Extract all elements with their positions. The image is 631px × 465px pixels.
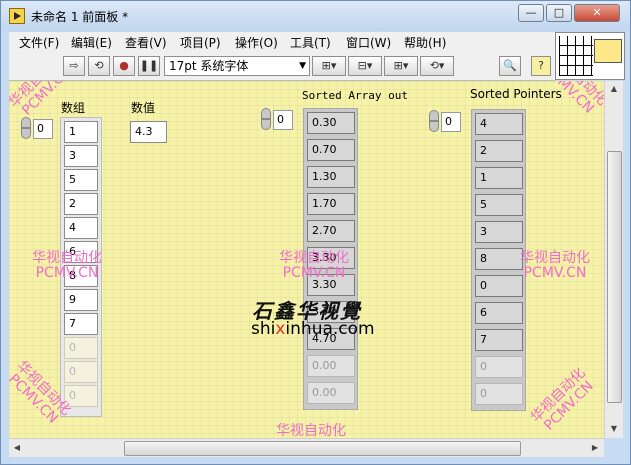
- sorted-pointer-element: 7: [475, 329, 523, 351]
- sorted-pointers-indicator: 4 2 1 5 3 8 0 6 7 0 0: [471, 109, 526, 411]
- array-element[interactable]: 1: [64, 121, 98, 143]
- sorted-pointer-element: 4: [475, 113, 523, 135]
- close-button[interactable]: ✕: [574, 4, 620, 22]
- array-element[interactable]: 4: [64, 217, 98, 239]
- maximize-button[interactable]: □: [546, 4, 572, 22]
- labview-app-icon[interactable]: [9, 8, 25, 24]
- sorted-pointer-element: 6: [475, 302, 523, 324]
- sorted-pointer-element: 2: [475, 140, 523, 162]
- sorted-array-element: 1.30: [307, 166, 355, 188]
- numeric-control[interactable]: 4.3: [130, 121, 167, 143]
- decrement-arrow-icon[interactable]: [21, 128, 31, 139]
- vertical-scrollbar[interactable]: ▲ ▼: [604, 81, 623, 438]
- toolbar: ⇨ ⟲ ● ❚❚ 17pt 系统字体 ▼ ⊞▾ ⊟▾ ⊞▾ ⟲▾ 🔍 ?: [9, 52, 555, 81]
- sorted-array-element: 0.70: [307, 139, 355, 161]
- sorted-array-element: 0.30: [307, 112, 355, 134]
- reorder-button[interactable]: ⟲▾: [420, 56, 454, 76]
- menu-file[interactable]: 文件(F): [19, 34, 59, 51]
- font-setting-value: 17pt 系统字体: [169, 59, 249, 73]
- sorted-array-element-empty: 0.00: [307, 355, 355, 377]
- array-element[interactable]: 3: [64, 145, 98, 167]
- watermark-pcmv: 华视自动化PCMV.CN: [279, 250, 349, 281]
- scroll-down-arrow-icon[interactable]: ▼: [605, 421, 623, 437]
- watermark-pcmv: 华视自动化PCMV.CN: [276, 423, 346, 439]
- menu-window[interactable]: 窗口(W): [346, 34, 391, 51]
- increment-arrow-icon[interactable]: [261, 108, 271, 119]
- sorted-array-element-empty: 0.00: [307, 382, 355, 404]
- resize-objects-button[interactable]: ⊞▾: [384, 56, 418, 76]
- sorted-pointer-element: 8: [475, 248, 523, 270]
- align-objects-button[interactable]: ⊞▾: [312, 56, 346, 76]
- decrement-arrow-icon[interactable]: [261, 119, 271, 130]
- increment-arrow-icon[interactable]: [429, 110, 439, 121]
- array-element[interactable]: 9: [64, 289, 98, 311]
- minimize-button[interactable]: —: [518, 4, 544, 22]
- connector-pane-icon: [559, 36, 593, 76]
- sorted-pointers-index-input[interactable]: 0: [441, 112, 461, 132]
- array-element[interactable]: 7: [64, 313, 98, 335]
- scroll-left-arrow-icon[interactable]: ◀: [9, 439, 25, 457]
- vi-icon-pane[interactable]: [555, 32, 625, 80]
- array-element-empty[interactable]: 0: [64, 361, 98, 383]
- sorted-pointer-element-empty: 0: [475, 383, 523, 405]
- sorted-pointer-element: 3: [475, 221, 523, 243]
- search-button[interactable]: 🔍: [499, 56, 521, 76]
- front-panel-canvas[interactable]: 数组 0 1 3 5 2 4 6 8 9 7 0 0 0 数值 4.3 Sort…: [9, 81, 604, 438]
- title-bar[interactable]: 未命名 1 前面板 * — □ ✕: [1, 1, 630, 31]
- sorted-array-index-spinner[interactable]: [261, 108, 271, 130]
- array-label: 数组: [61, 101, 86, 115]
- menu-edit[interactable]: 编辑(E): [71, 34, 112, 51]
- menu-operate[interactable]: 操作(O): [235, 34, 278, 51]
- decrement-arrow-icon[interactable]: [429, 121, 439, 132]
- watermark-pcmv: 华视自动化PCMV.CN: [520, 250, 590, 281]
- context-help-button[interactable]: ?: [531, 56, 551, 76]
- array-index-input[interactable]: 0: [33, 119, 53, 139]
- menu-help[interactable]: 帮助(H): [404, 34, 446, 51]
- horizontal-scrollbar[interactable]: ◀ ▶: [9, 438, 604, 457]
- chevron-down-icon: ▼: [299, 61, 306, 71]
- run-continuously-button[interactable]: ⟲: [88, 56, 110, 76]
- scroll-up-arrow-icon[interactable]: ▲: [605, 81, 623, 97]
- sorted-pointers-index-spinner[interactable]: [429, 110, 439, 132]
- vi-icon: [594, 39, 622, 63]
- vertical-scroll-thumb[interactable]: [607, 151, 622, 403]
- menu-tools[interactable]: 工具(T): [290, 34, 331, 51]
- array-element[interactable]: 5: [64, 169, 98, 191]
- horizontal-scroll-thumb[interactable]: [124, 441, 521, 456]
- numeric-label: 数值: [131, 101, 156, 115]
- distribute-objects-button[interactable]: ⊟▾: [348, 56, 382, 76]
- sorted-pointer-element-empty: 0: [475, 356, 523, 378]
- sorted-array-element: 1.70: [307, 193, 355, 215]
- text-settings-dropdown[interactable]: 17pt 系统字体 ▼: [164, 56, 310, 76]
- logo-domain: shixinhua.com: [251, 319, 375, 339]
- array-element-empty[interactable]: 0: [64, 337, 98, 359]
- scroll-right-arrow-icon[interactable]: ▶: [587, 439, 603, 457]
- menu-project[interactable]: 项目(P): [180, 34, 221, 51]
- sorted-pointer-element: 1: [475, 167, 523, 189]
- watermark-pcmv: 华视自动化PCMV.CN: [32, 250, 102, 281]
- array-element[interactable]: 2: [64, 193, 98, 215]
- shixinhua-logo-watermark: 石鑫华视覺 shixinhua.com: [249, 295, 409, 341]
- sorted-array-index-input[interactable]: 0: [273, 110, 293, 130]
- menu-view[interactable]: 查看(V): [125, 34, 167, 51]
- abort-button[interactable]: ●: [113, 56, 135, 76]
- window-title: 未命名 1 前面板 *: [31, 10, 129, 24]
- sorted-pointer-element: 5: [475, 194, 523, 216]
- menu-bar: 文件(F) 编辑(E) 查看(V) 项目(P) 操作(O) 工具(T) 窗口(W…: [9, 32, 555, 52]
- sorted-pointers-label: Sorted Pointers: [470, 87, 562, 101]
- labview-front-panel-window: 未命名 1 前面板 * — □ ✕ 文件(F) 编辑(E) 查看(V) 项目(P…: [0, 0, 631, 465]
- sorted-pointer-element: 0: [475, 275, 523, 297]
- pause-button[interactable]: ❚❚: [138, 56, 160, 76]
- sorted-array-element: 2.70: [307, 220, 355, 242]
- sorted-array-out-label: Sorted Array out: [302, 89, 408, 102]
- run-button[interactable]: ⇨: [63, 56, 85, 76]
- watermark-pcmv: 华视自动化PCMV.CN: [527, 364, 597, 434]
